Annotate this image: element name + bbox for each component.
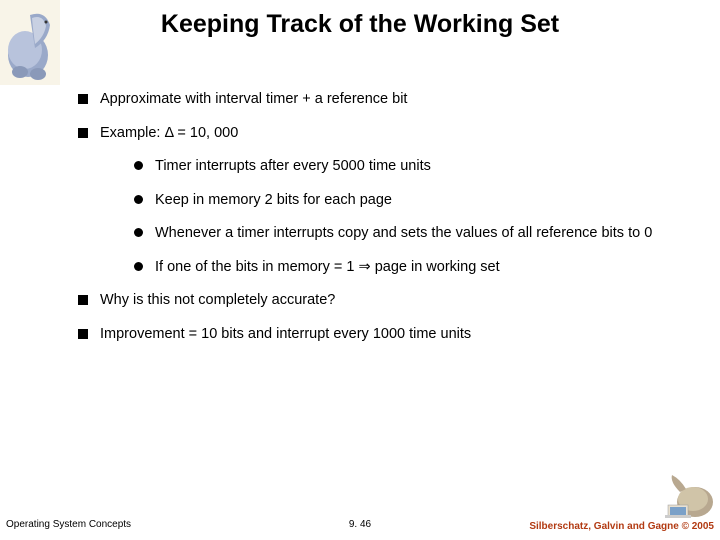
bullet-text: Why is this not completely accurate? [100,291,335,311]
sub-bullet-item: Whenever a timer interrupts copy and set… [134,224,658,244]
disc-bullet-icon [134,195,143,204]
sub-bullet-item: Keep in memory 2 bits for each page [134,191,658,211]
bullet-text: Approximate with interval timer + a refe… [100,90,407,110]
text-fragment: If one of the bits in memory = 1 [155,259,359,275]
bullet-text: Improvement = 10 bits and interrupt ever… [100,325,471,345]
bullet-item: Approximate with interval timer + a refe… [78,90,658,110]
square-bullet-icon [78,329,88,339]
square-bullet-icon [78,94,88,104]
text-fragment: Example: [100,125,164,141]
bullet-item: Why is this not completely accurate? [78,291,658,311]
bullet-text: Timer interrupts after every 5000 time u… [155,157,658,177]
sub-bullet-item: If one of the bits in memory = 1 ⇒ page … [134,258,658,278]
sub-bullet-item: Timer interrupts after every 5000 time u… [134,157,658,177]
text-fragment: = 10, 000 [173,125,238,141]
slide-body: Approximate with interval timer + a refe… [78,90,658,359]
text-fragment: page in working set [371,259,500,275]
sub-list: Timer interrupts after every 5000 time u… [134,157,658,277]
implies-symbol: ⇒ [359,259,371,275]
square-bullet-icon [78,295,88,305]
bullet-text: Example: Δ = 10, 000 [100,124,238,144]
slide-title: Keeping Track of the Working Set [0,10,720,39]
footer-copyright: Silberschatz, Galvin and Gagne © 2005 [529,521,714,532]
bullet-text: If one of the bits in memory = 1 ⇒ page … [155,258,658,278]
bullet-text: Keep in memory 2 bits for each page [155,191,658,211]
dinosaur-art-bottom [660,467,720,522]
slide: Keeping Track of the Working Set Approxi… [0,0,720,540]
disc-bullet-icon [134,228,143,237]
square-bullet-icon [78,128,88,138]
bullet-item: Improvement = 10 bits and interrupt ever… [78,325,658,345]
bullet-item: Example: Δ = 10, 000 [78,124,658,144]
bullet-text: Whenever a timer interrupts copy and set… [155,224,658,244]
disc-bullet-icon [134,262,143,271]
disc-bullet-icon [134,161,143,170]
